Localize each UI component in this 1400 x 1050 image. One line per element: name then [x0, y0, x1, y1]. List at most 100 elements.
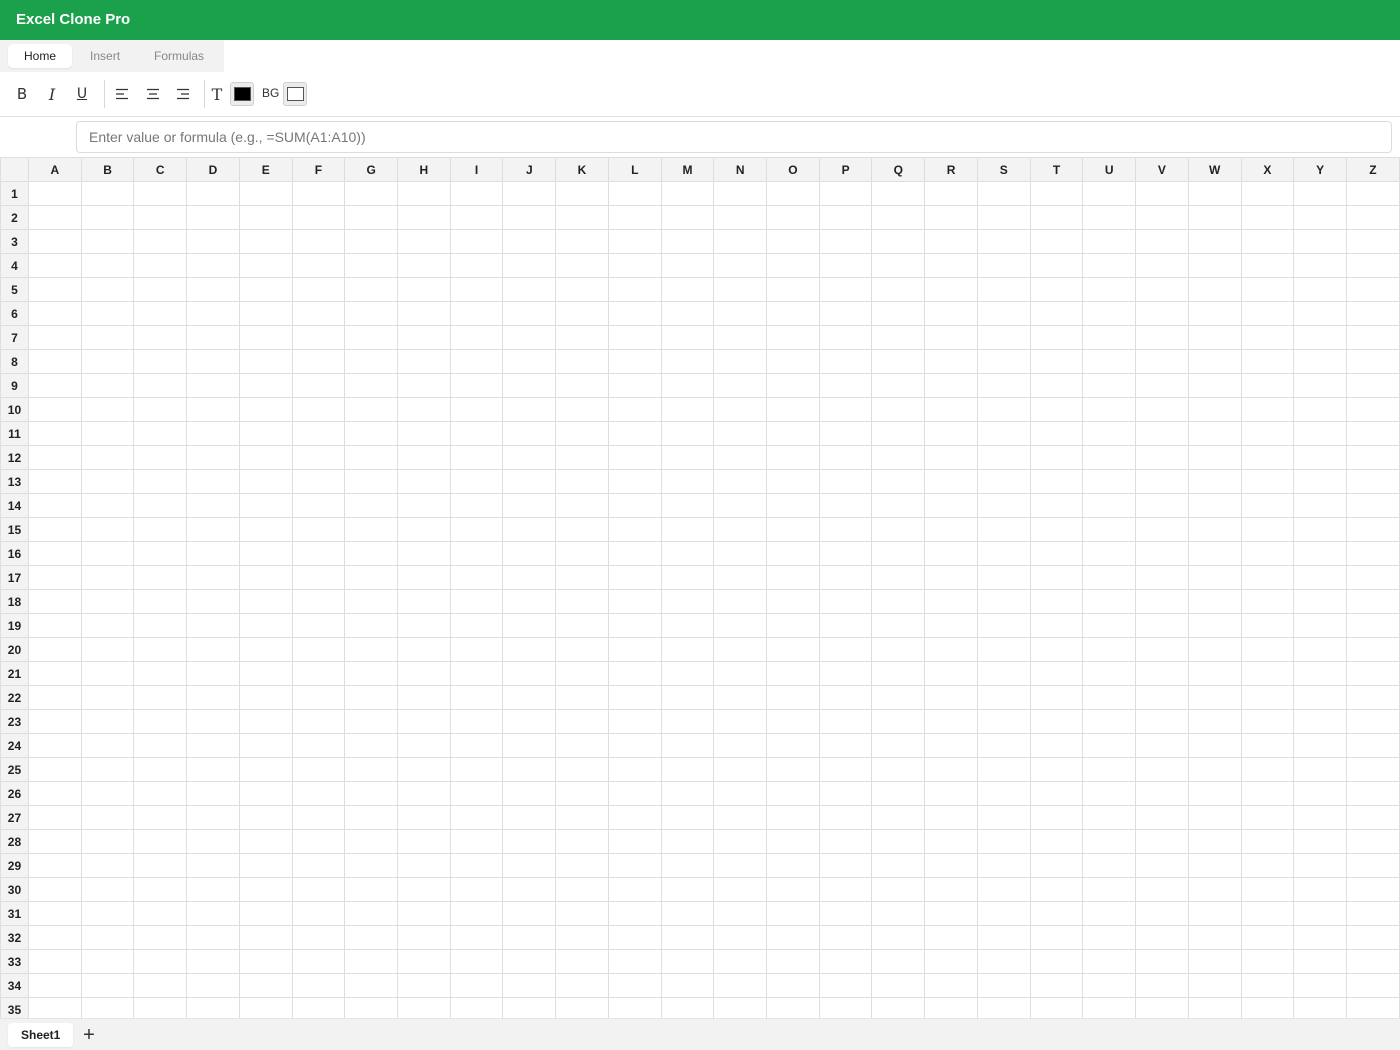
- column-header-u[interactable]: U: [1082, 157, 1137, 182]
- cell-d18[interactable]: [186, 589, 240, 614]
- cell-b5[interactable]: [80, 277, 135, 302]
- cell-a14[interactable]: [27, 493, 82, 518]
- cell-s16[interactable]: [976, 541, 1031, 566]
- row-header-7[interactable]: 7: [0, 325, 29, 350]
- cell-b3[interactable]: [80, 229, 135, 254]
- cell-c21[interactable]: [133, 661, 188, 686]
- row-header-35[interactable]: 35: [0, 997, 29, 1018]
- cell-z4[interactable]: [1345, 253, 1400, 278]
- cell-m4[interactable]: [660, 253, 715, 278]
- cell-r13[interactable]: [924, 469, 978, 494]
- cell-p32[interactable]: [818, 925, 873, 950]
- cell-g2[interactable]: [344, 205, 398, 230]
- cell-v6[interactable]: [1135, 301, 1189, 326]
- cell-f3[interactable]: [291, 229, 346, 254]
- cell-n25[interactable]: [713, 757, 768, 782]
- cell-f30[interactable]: [291, 877, 346, 902]
- cell-t6[interactable]: [1029, 301, 1084, 326]
- cell-w21[interactable]: [1187, 661, 1242, 686]
- cell-i33[interactable]: [449, 949, 504, 974]
- column-header-f[interactable]: F: [291, 157, 346, 182]
- cell-k25[interactable]: [555, 757, 609, 782]
- cell-f5[interactable]: [291, 277, 346, 302]
- cell-v27[interactable]: [1135, 805, 1189, 830]
- row-header-8[interactable]: 8: [0, 349, 29, 374]
- cell-n31[interactable]: [713, 901, 768, 926]
- cell-c33[interactable]: [133, 949, 188, 974]
- cell-x19[interactable]: [1240, 613, 1295, 638]
- cell-b1[interactable]: [80, 181, 135, 206]
- column-header-g[interactable]: G: [344, 157, 398, 182]
- cell-g20[interactable]: [344, 637, 398, 662]
- cell-y2[interactable]: [1293, 205, 1347, 230]
- cell-h25[interactable]: [397, 757, 451, 782]
- cell-w7[interactable]: [1187, 325, 1242, 350]
- column-header-k[interactable]: K: [555, 157, 609, 182]
- cell-o1[interactable]: [766, 181, 820, 206]
- cell-z8[interactable]: [1345, 349, 1400, 374]
- cell-t32[interactable]: [1029, 925, 1084, 950]
- cell-j18[interactable]: [502, 589, 557, 614]
- cell-r31[interactable]: [924, 901, 978, 926]
- cell-d8[interactable]: [186, 349, 240, 374]
- cell-h1[interactable]: [397, 181, 451, 206]
- cell-q2[interactable]: [871, 205, 926, 230]
- cell-o18[interactable]: [766, 589, 820, 614]
- cell-n22[interactable]: [713, 685, 768, 710]
- cell-d32[interactable]: [186, 925, 240, 950]
- cell-h31[interactable]: [397, 901, 451, 926]
- cell-e14[interactable]: [238, 493, 293, 518]
- cell-k18[interactable]: [555, 589, 609, 614]
- cell-k31[interactable]: [555, 901, 609, 926]
- cell-b10[interactable]: [80, 397, 135, 422]
- cell-g10[interactable]: [344, 397, 398, 422]
- cell-a21[interactable]: [27, 661, 82, 686]
- cell-r26[interactable]: [924, 781, 978, 806]
- cell-v15[interactable]: [1135, 517, 1189, 542]
- cell-j7[interactable]: [502, 325, 557, 350]
- cell-a13[interactable]: [27, 469, 82, 494]
- cell-t20[interactable]: [1029, 637, 1084, 662]
- cell-t17[interactable]: [1029, 565, 1084, 590]
- cell-t5[interactable]: [1029, 277, 1084, 302]
- cell-v34[interactable]: [1135, 973, 1189, 998]
- cell-q13[interactable]: [871, 469, 926, 494]
- cell-x31[interactable]: [1240, 901, 1295, 926]
- cell-i2[interactable]: [449, 205, 504, 230]
- cell-o33[interactable]: [766, 949, 820, 974]
- cell-m22[interactable]: [660, 685, 715, 710]
- cell-e18[interactable]: [238, 589, 293, 614]
- cell-h6[interactable]: [397, 301, 451, 326]
- cell-f23[interactable]: [291, 709, 346, 734]
- cell-t29[interactable]: [1029, 853, 1084, 878]
- cell-m33[interactable]: [660, 949, 715, 974]
- cell-s31[interactable]: [976, 901, 1031, 926]
- cell-g32[interactable]: [344, 925, 398, 950]
- cell-q30[interactable]: [871, 877, 926, 902]
- cell-y29[interactable]: [1293, 853, 1347, 878]
- cell-p30[interactable]: [818, 877, 873, 902]
- cell-b9[interactable]: [80, 373, 135, 398]
- cell-a17[interactable]: [27, 565, 82, 590]
- cell-b34[interactable]: [80, 973, 135, 998]
- cell-u25[interactable]: [1082, 757, 1137, 782]
- row-header-21[interactable]: 21: [0, 661, 29, 686]
- cell-j21[interactable]: [502, 661, 557, 686]
- cell-v22[interactable]: [1135, 685, 1189, 710]
- cell-t13[interactable]: [1029, 469, 1084, 494]
- cell-c29[interactable]: [133, 853, 188, 878]
- cell-z22[interactable]: [1345, 685, 1400, 710]
- cell-l9[interactable]: [607, 373, 662, 398]
- cell-w2[interactable]: [1187, 205, 1242, 230]
- cell-e20[interactable]: [238, 637, 293, 662]
- cell-p22[interactable]: [818, 685, 873, 710]
- cell-i12[interactable]: [449, 445, 504, 470]
- cell-b4[interactable]: [80, 253, 135, 278]
- cell-l34[interactable]: [607, 973, 662, 998]
- cell-v14[interactable]: [1135, 493, 1189, 518]
- cell-j29[interactable]: [502, 853, 557, 878]
- cell-d14[interactable]: [186, 493, 240, 518]
- cell-d24[interactable]: [186, 733, 240, 758]
- cell-e23[interactable]: [238, 709, 293, 734]
- cell-p33[interactable]: [818, 949, 873, 974]
